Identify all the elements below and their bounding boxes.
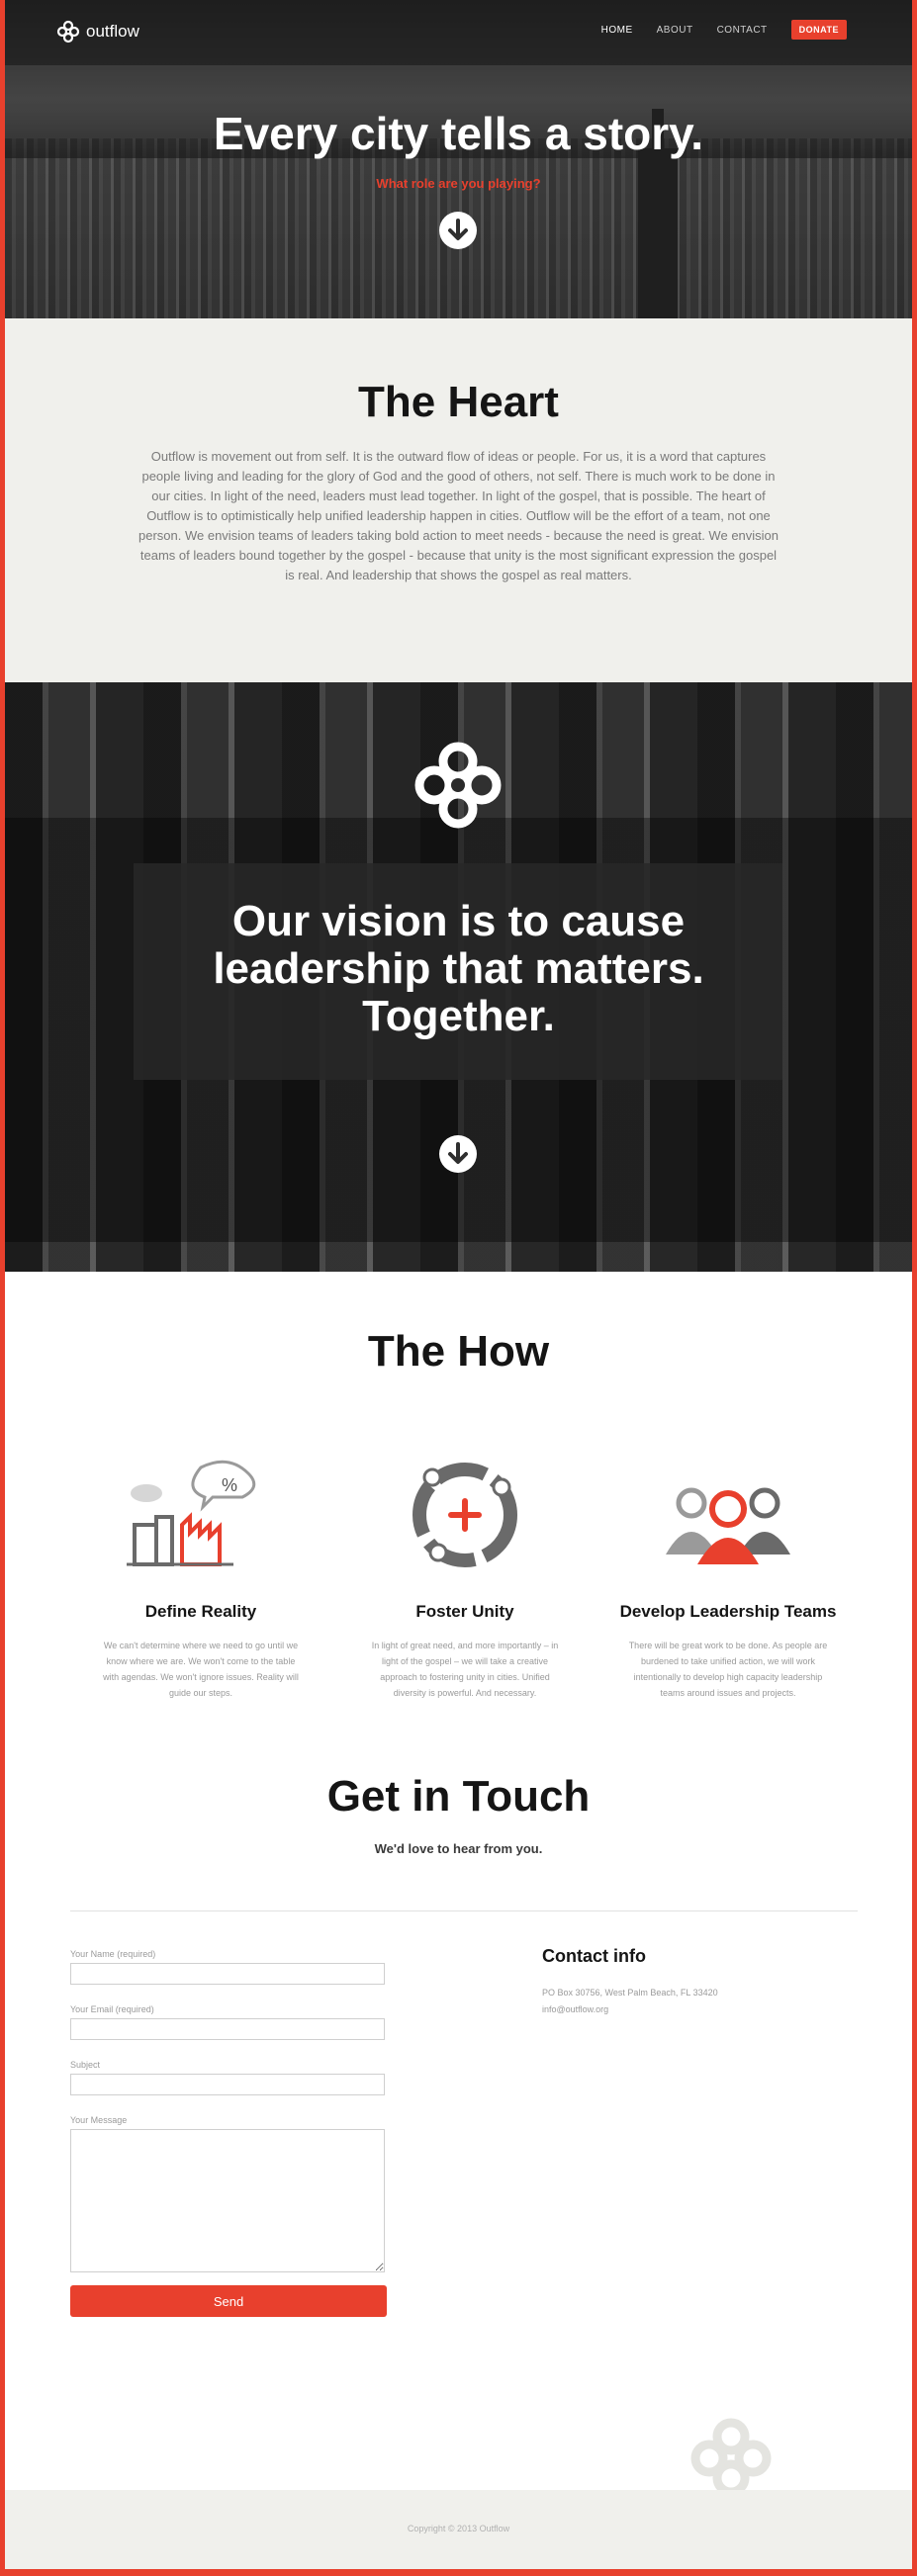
unity-ring-icon	[413, 1463, 517, 1567]
scroll-down-button-2[interactable]	[439, 1135, 477, 1173]
how-column-body: In light of great need, and more importa…	[371, 1641, 559, 1698]
contact-subtitle: We'd love to hear from you.	[374, 1841, 543, 1856]
subject-field[interactable]	[70, 2074, 385, 2095]
hero-section: outflow HOME ABOUT CONTACT DONATE Every …	[5, 0, 912, 318]
site-logo-text: outflow	[86, 22, 139, 41]
divider	[70, 1910, 858, 1911]
hero-title: Every city tells a story.	[213, 108, 704, 159]
contact-info-title: Contact info	[542, 1946, 646, 1966]
percent-badge: %	[222, 1475, 237, 1495]
arrow-down-icon	[448, 219, 468, 240]
how-column-title: Develop Leadership Teams	[619, 1602, 837, 1621]
donate-button[interactable]: DONATE	[790, 20, 847, 40]
top-navigation-bar: outflow HOME ABOUT CONTACT DONATE	[5, 0, 912, 65]
nav-home[interactable]: HOME	[601, 25, 633, 36]
outflow-emblem-icon	[414, 742, 502, 829]
how-column-leadership-teams: Develop Leadership Teams There will be g…	[614, 1454, 842, 1698]
message-label: Your Message	[70, 2115, 128, 2125]
name-field[interactable]	[70, 1963, 385, 1985]
scroll-down-button[interactable]	[439, 212, 477, 249]
footer: Copyright © 2013 Outflow	[5, 2490, 912, 2569]
vision-statement: Our vision is to cause leadership that m…	[5, 898, 912, 1040]
how-column-define-reality: % Define Reality We can't determine wher…	[87, 1454, 315, 1698]
page: outflow HOME ABOUT CONTACT DONATE Every …	[5, 0, 912, 2569]
how-column-body: There will be great work to be done. As …	[628, 1641, 828, 1698]
how-column-title: Foster Unity	[415, 1602, 514, 1621]
contact-address: PO Box 30756, West Palm Beach, FL 33420	[542, 1988, 718, 1998]
subject-label: Subject	[70, 2060, 101, 2070]
city-chart-icon: %	[127, 1460, 256, 1566]
nav-contact[interactable]: CONTACT	[717, 25, 768, 36]
how-column-title: Define Reality	[144, 1602, 257, 1621]
outflow-logo-icon	[56, 20, 80, 44]
arrow-down-icon	[448, 1142, 468, 1164]
outflow-watermark-icon	[690, 2418, 772, 2496]
heart-section: The Heart Outflow is movement out from s…	[5, 318, 912, 682]
send-button[interactable]: Send	[70, 2285, 387, 2317]
team-people-icon	[666, 1487, 790, 1564]
nav-about[interactable]: ABOUT	[657, 25, 693, 36]
email-label: Your Email (required)	[70, 2004, 154, 2014]
contact-title: Get in Touch	[326, 1772, 591, 1821]
message-field[interactable]	[70, 2129, 385, 2272]
heart-title: The Heart	[358, 378, 559, 426]
how-title: The How	[367, 1327, 550, 1376]
vision-line-1: Our vision is to cause	[231, 897, 686, 945]
email-field[interactable]	[70, 2018, 385, 2040]
contact-email[interactable]: info@outflow.org	[542, 2004, 608, 2014]
copyright-text: Copyright © 2013 Outflow	[407, 2524, 510, 2533]
site-logo[interactable]: outflow	[56, 20, 139, 44]
vision-line-3: Together.	[362, 992, 555, 1040]
vision-section: Our vision is to cause leadership that m…	[5, 682, 912, 1272]
hero-subtitle: What role are you playing?	[376, 176, 541, 191]
how-column-body: We can't determine where we need to go u…	[103, 1641, 299, 1698]
heart-body: Outflow is movement out from self. It is…	[138, 449, 779, 582]
how-column-foster-unity: Foster Unity In light of great need, and…	[351, 1454, 579, 1698]
name-label: Your Name (required)	[70, 1949, 156, 1959]
main-nav: HOME ABOUT CONTACT DONATE	[601, 20, 847, 40]
vision-line-2: leadership that matters.	[213, 944, 704, 993]
